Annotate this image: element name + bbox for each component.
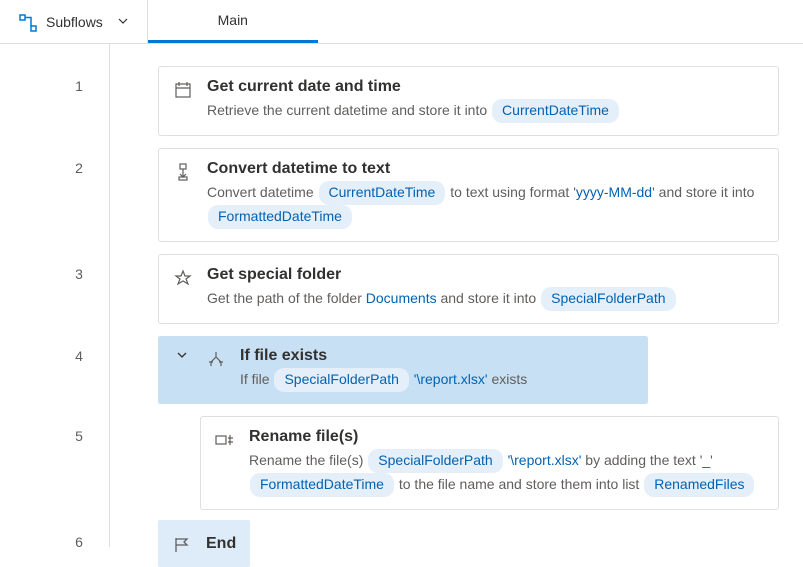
branch-icon [206,349,226,369]
tab-label: Main [218,12,248,28]
line-number: 6 [24,516,134,550]
flow-step[interactable]: 2 Convert datetime to text Convert datet… [134,142,779,248]
flow-content: 1 Get current date and time Retrieve the… [110,44,803,547]
variable-chip[interactable]: CurrentDateTime [492,99,619,123]
line-number: 2 [24,142,134,176]
chevron-down-icon [117,14,129,30]
flow-step[interactable]: 3 Get special folder Get the path of the… [134,248,779,330]
tab-main[interactable]: Main [148,0,318,43]
flow-area: 1 Get current date and time Retrieve the… [0,44,803,547]
calendar-icon [173,80,193,100]
variable-chip[interactable]: RenamedFiles [644,473,754,497]
subflows-label: Subflows [46,14,103,30]
rename-icon [215,430,235,450]
line-gutter [0,44,110,547]
flow-step[interactable]: 1 Get current date and time Retrieve the… [134,60,779,142]
flow-step-end[interactable]: 6 End [134,516,779,567]
flag-icon [172,535,192,555]
tab-bar: Main [148,0,318,43]
flow-step-nested[interactable]: 5 Rename file(s) Rename the file(s) Spec… [176,410,779,516]
step-title: Convert datetime to text [207,159,764,179]
variable-chip[interactable]: FormattedDateTime [250,473,394,497]
variable-chip[interactable]: CurrentDateTime [319,181,446,205]
step-title: If file exists [240,346,634,366]
convert-icon [173,162,193,182]
subflows-dropdown[interactable]: Subflows [0,0,147,43]
step-title: Get special folder [207,265,764,285]
variable-chip[interactable]: SpecialFolderPath [541,287,675,311]
step-description: Retrieve the current datetime and store … [207,99,764,123]
variable-chip[interactable]: SpecialFolderPath [368,449,502,473]
step-title: End [206,535,236,553]
variable-chip[interactable]: FormattedDateTime [208,205,352,229]
flow-icon [18,13,38,33]
chevron-down-icon[interactable] [172,349,192,361]
star-icon [173,268,193,288]
line-number: 5 [24,410,134,444]
line-number: 4 [24,330,134,364]
step-description: Rename the file(s) SpecialFolderPath '\r… [249,449,764,497]
variable-chip[interactable]: SpecialFolderPath [274,368,408,392]
step-title: Get current date and time [207,77,764,97]
step-description: Convert datetime CurrentDateTime to text… [207,181,764,229]
step-title: Rename file(s) [249,427,764,447]
line-number: 1 [24,60,134,94]
line-number: 3 [24,248,134,282]
step-description: Get the path of the folder Documents and… [207,287,764,311]
toolbar: Subflows Main [0,0,803,44]
step-description: If file SpecialFolderPath '\report.xlsx'… [240,368,634,392]
flow-step-if[interactable]: 4 If file exists If file SpecialFold [134,330,779,410]
